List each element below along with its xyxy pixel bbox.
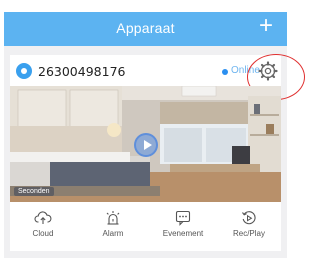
action-label: Rec/Play <box>232 229 265 238</box>
cloud-upload-icon <box>34 211 52 224</box>
status-dot-icon <box>222 69 228 75</box>
action-label: Cloud <box>32 229 54 238</box>
alarm-icon <box>106 211 120 225</box>
action-label: Alarm <box>102 229 124 238</box>
page-title: Apparaat <box>116 20 175 36</box>
device-id: 26300498176 <box>38 64 126 79</box>
cloud-button[interactable]: Cloud <box>13 208 73 248</box>
device-header-row: 26300498176 Online <box>10 58 281 86</box>
play-button[interactable] <box>134 133 158 157</box>
app-header: Apparaat + <box>4 12 287 46</box>
alarm-button[interactable]: Alarm <box>83 208 143 248</box>
action-bar: Cloud Alarm Evenement Rec/Play <box>10 208 281 248</box>
camera-overlay-label: Seconden <box>14 187 54 196</box>
event-button[interactable]: Evenement <box>153 208 213 248</box>
event-message-icon <box>175 210 191 226</box>
rec-play-button[interactable]: Rec/Play <box>219 208 279 248</box>
add-device-button[interactable]: + <box>255 14 277 38</box>
replay-icon <box>242 211 256 225</box>
action-label: Evenement <box>162 229 204 238</box>
camera-device-icon <box>16 63 32 79</box>
camera-preview[interactable]: Seconden <box>10 86 281 202</box>
